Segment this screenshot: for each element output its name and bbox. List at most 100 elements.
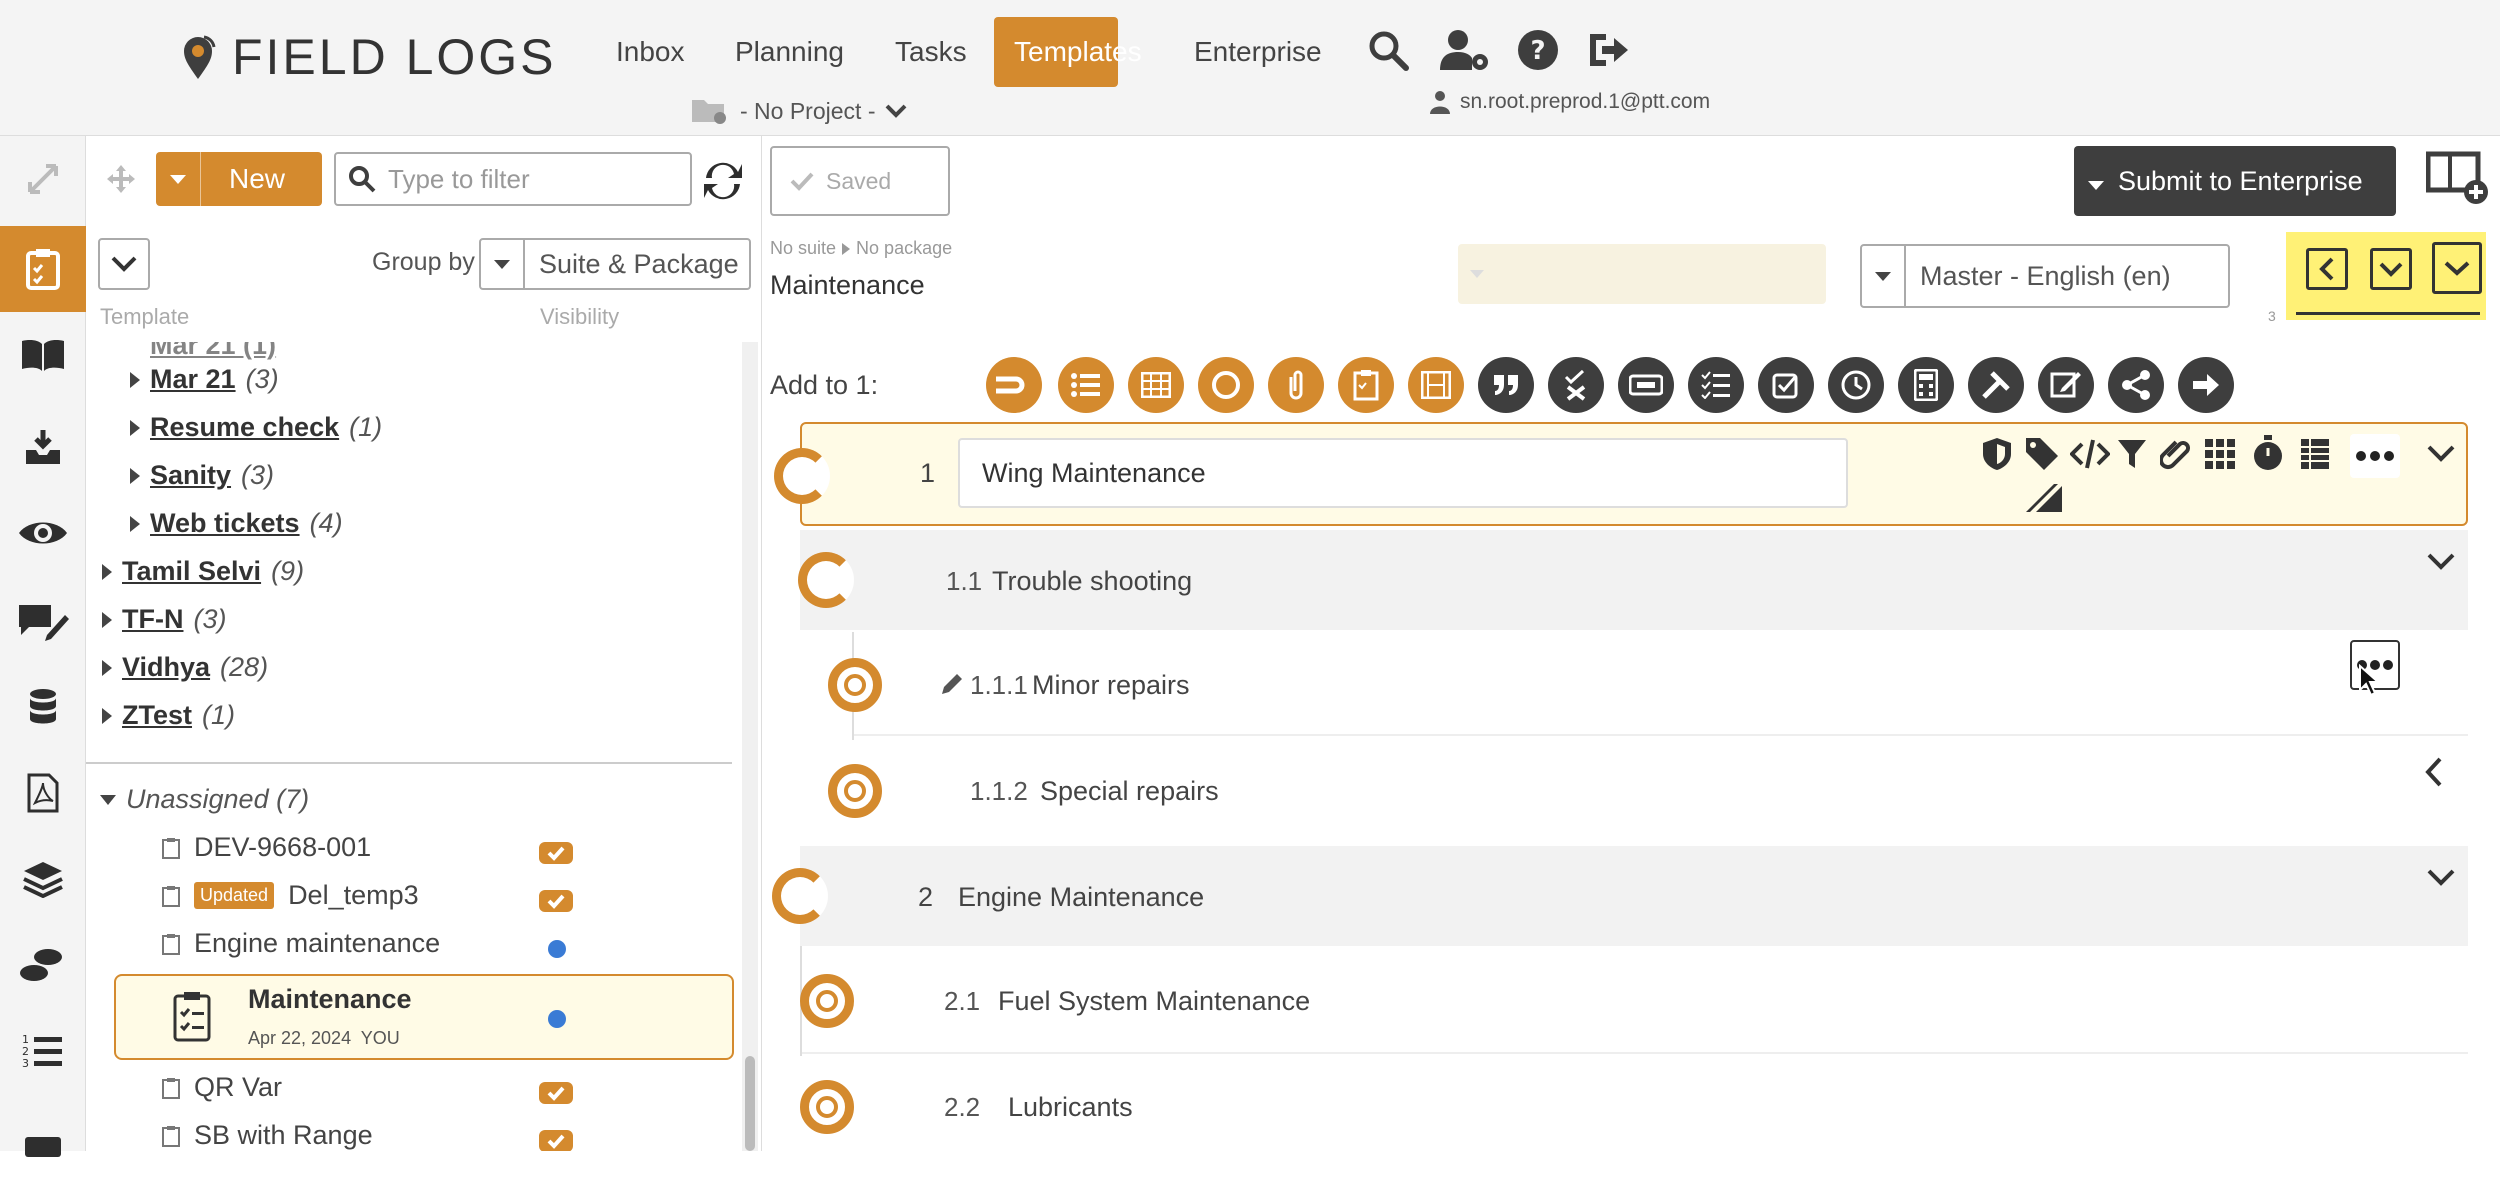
rail-comments[interactable]	[0, 578, 86, 664]
list-scrollbar[interactable]	[742, 342, 758, 1151]
checkbox-icon[interactable]	[1758, 357, 1814, 413]
template-item[interactable]: SB with Range	[162, 1120, 373, 1151]
nav-templates[interactable]: Templates	[994, 17, 1142, 87]
brand-name: FIELD LOGS	[232, 29, 557, 85]
chevron-down-icon[interactable]	[2426, 444, 2456, 464]
item-node-icon[interactable]	[828, 764, 882, 818]
filter-icon[interactable]	[2116, 438, 2148, 472]
add-section-icon[interactable]	[986, 357, 1042, 413]
section-node-icon[interactable]	[798, 552, 854, 608]
expand-rail-button[interactable]	[0, 136, 86, 222]
help-icon[interactable]: ?	[1516, 28, 1560, 72]
group-by-select[interactable]: Suite & Package	[479, 238, 751, 290]
rail-inbox[interactable]	[0, 404, 86, 490]
tree-group-vidhya[interactable]: Vidhya (28)	[102, 652, 268, 683]
nav-tasks[interactable]: Tasks	[873, 17, 989, 87]
tree-group-sanity[interactable]: Sanity (3)	[130, 460, 274, 491]
chevron-down-icon[interactable]	[2426, 868, 2456, 888]
shield-icon[interactable]	[1980, 436, 2014, 472]
paperclip-icon[interactable]	[2160, 436, 2190, 472]
nav-inbox[interactable]: Inbox	[594, 17, 707, 87]
new-button[interactable]: New	[156, 152, 322, 206]
tree-group-tf-n[interactable]: TF-N (3)	[102, 604, 226, 635]
clipboard-icon	[162, 1125, 180, 1147]
circle-icon[interactable]	[1198, 357, 1254, 413]
tree-group-web-tickets[interactable]: Web tickets (4)	[130, 508, 343, 539]
rail-steps[interactable]	[0, 922, 86, 1008]
tree-group-ztest[interactable]: ZTest (1)	[102, 700, 235, 731]
rail-list[interactable]: 123	[0, 1008, 86, 1094]
project-selector[interactable]: - No Project -	[690, 96, 907, 126]
arrow-right-icon[interactable]	[2178, 357, 2234, 413]
more-options-button[interactable]	[2350, 434, 2400, 478]
signature-icon[interactable]	[2038, 357, 2094, 413]
input-field-icon[interactable]	[1618, 357, 1674, 413]
chevron-down-icon[interactable]	[2426, 552, 2456, 572]
code-icon[interactable]	[2070, 438, 2110, 470]
nav-planning[interactable]: Planning	[713, 17, 866, 87]
template-item[interactable]: Updated Del_temp3	[162, 880, 419, 911]
slant-bars-icon[interactable]	[2024, 482, 2066, 514]
rail-data[interactable]	[0, 664, 86, 750]
language-select[interactable]: Master - English (en)	[1860, 244, 2230, 308]
collapse-all-button[interactable]	[98, 238, 150, 290]
tags-icon[interactable]	[2024, 436, 2064, 472]
chevron-left-icon[interactable]	[2424, 756, 2444, 788]
prev-button[interactable]	[2306, 248, 2348, 290]
tree-group-tamil-selvi[interactable]: Tamil Selvi (9)	[102, 556, 304, 587]
row-label: Minor repairs	[1032, 670, 1190, 700]
expand-button[interactable]	[2370, 248, 2412, 290]
share-icon[interactable]	[2108, 357, 2164, 413]
rail-preview[interactable]	[0, 490, 86, 576]
template-item[interactable]: QR Var	[162, 1072, 282, 1103]
quote-icon[interactable]	[1478, 357, 1534, 413]
film-icon[interactable]	[1408, 357, 1464, 413]
clipboard-icon	[162, 837, 180, 859]
item-node-icon[interactable]	[828, 658, 882, 712]
template-item[interactable]: DEV-9668-001	[162, 832, 371, 863]
logout-icon[interactable]	[1586, 28, 1630, 72]
rail-library[interactable]	[0, 312, 86, 398]
rail-templates[interactable]	[0, 226, 86, 312]
next-button[interactable]	[2432, 242, 2482, 294]
rail-pdf[interactable]	[0, 750, 86, 836]
tools-icon[interactable]	[1968, 357, 2024, 413]
add-panel-icon[interactable]	[2426, 150, 2490, 206]
search-icon[interactable]	[1366, 28, 1410, 72]
item-node-icon[interactable]	[800, 1080, 854, 1134]
nav-enterprise[interactable]: Enterprise	[1172, 17, 1344, 87]
attachment-icon[interactable]	[1268, 357, 1324, 413]
template-item-selected[interactable]: Maintenance Apr 22, 2024 YOU	[114, 974, 734, 1060]
check-cross-icon[interactable]	[1548, 357, 1604, 413]
refresh-icon[interactable]	[700, 158, 746, 204]
filter-input[interactable]: Type to filter	[334, 152, 692, 206]
tree-group-partial[interactable]: Mar 21 (1)	[150, 342, 276, 361]
stopwatch-icon[interactable]	[2252, 434, 2284, 472]
move-icon[interactable]	[106, 164, 136, 194]
user-settings-icon[interactable]	[1440, 28, 1492, 72]
submit-to-enterprise-button[interactable]: Submit to Enterprise	[2074, 146, 2396, 216]
tree-group-resume-check[interactable]: Resume check (1)	[130, 412, 382, 443]
checkbox-list-icon[interactable]	[1688, 357, 1744, 413]
tree-group-unassigned[interactable]: Unassigned (7)	[100, 784, 309, 815]
calculator-icon[interactable]	[1898, 357, 1954, 413]
grid-icon[interactable]	[2204, 438, 2236, 470]
section-node-icon[interactable]	[774, 448, 830, 504]
rail-layers[interactable]	[0, 836, 86, 922]
tree-group-mar21[interactable]: Mar 21 (3)	[130, 364, 279, 395]
section-title-input[interactable]: Wing Maintenance	[958, 438, 1848, 508]
list-icon[interactable]	[1058, 357, 1114, 413]
table-rows-icon[interactable]	[2300, 438, 2330, 470]
table-icon[interactable]	[1128, 357, 1184, 413]
item-node-icon[interactable]	[800, 974, 854, 1028]
app-logo[interactable]: FIELD LOGS	[178, 28, 557, 86]
template-item[interactable]: Engine maintenance	[162, 928, 440, 959]
status-select[interactable]	[1458, 244, 1826, 304]
section-node-icon[interactable]	[772, 868, 828, 924]
scrollbar-thumb[interactable]	[745, 1056, 755, 1151]
rail-more[interactable]	[0, 1094, 86, 1180]
checklist-icon[interactable]	[1338, 357, 1394, 413]
cursor-icon	[2359, 664, 2380, 697]
tree-group-count: (3)	[241, 460, 275, 490]
clock-icon[interactable]	[1828, 357, 1884, 413]
